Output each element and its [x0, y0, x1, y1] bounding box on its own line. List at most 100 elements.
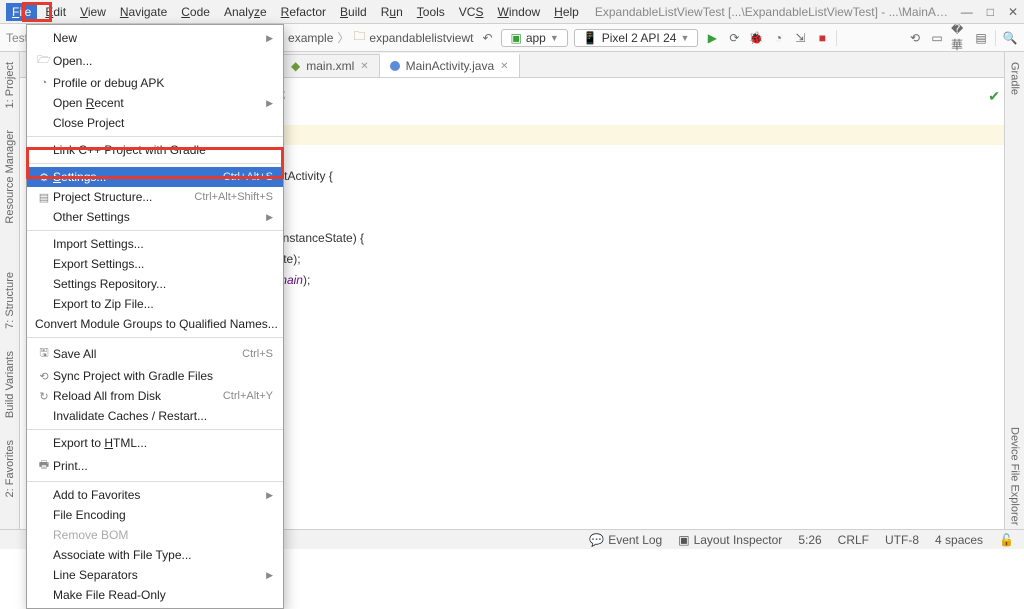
close-icon[interactable]: ✕ — [360, 61, 368, 72]
menu-view[interactable]: View — [74, 3, 112, 21]
balloon-icon: 💬 — [589, 533, 604, 547]
menu-separator — [27, 230, 283, 231]
folder-icon: 🗀 — [353, 27, 365, 48]
menu-save-all[interactable]: 🖫Save AllCtrl+S — [27, 341, 283, 366]
menubar: File Edit View Navigate Code Analyze Ref… — [0, 0, 1024, 24]
stop-icon[interactable]: ■ — [814, 30, 830, 46]
run-config-selector[interactable]: ▣app▼ — [501, 29, 567, 47]
sdk-icon[interactable]: �華 — [951, 30, 967, 46]
menu-export-zip[interactable]: Export to Zip File... — [27, 294, 283, 314]
avd-icon[interactable]: ▭ — [929, 30, 945, 46]
close-window-icon[interactable]: ✕ — [1008, 5, 1018, 19]
inspection-ok-icon: ✔ — [988, 86, 1000, 106]
menu-new[interactable]: New▶ — [27, 28, 283, 48]
cursor-position[interactable]: 5:26 — [798, 533, 821, 547]
menu-import-settings[interactable]: Import Settings... — [27, 234, 283, 254]
menu-open-recent[interactable]: Open Recent▶ — [27, 93, 283, 113]
tab-mainactivity[interactable]: MainActivity.java✕ — [379, 53, 520, 77]
line-ending[interactable]: CRLF — [838, 533, 869, 547]
breadcrumb[interactable]: 🗀 example 〉 🗀 expandablelistviewt — [272, 27, 473, 48]
menu-analyze[interactable]: Analyze — [218, 3, 273, 21]
tab-main-xml[interactable]: ◆main.xml✕ — [280, 54, 380, 77]
attach-icon[interactable]: ⇲ — [792, 30, 808, 46]
structure-icon: ▤ — [35, 191, 53, 204]
menu-make-readonly[interactable]: Make File Read-Only — [27, 585, 283, 605]
menu-convert-modules[interactable]: Convert Module Groups to Qualified Names… — [27, 314, 283, 334]
menu-code[interactable]: Code — [175, 3, 216, 21]
indent-setting[interactable]: 4 spaces — [935, 533, 983, 547]
menu-link-cpp[interactable]: Link C++ Project with Gradle — [27, 140, 283, 160]
menu-file-encoding[interactable]: File Encoding — [27, 505, 283, 525]
back-icon[interactable]: ↶ — [479, 30, 495, 46]
minimize-icon[interactable]: — — [961, 5, 973, 19]
inspect-icon: ▣ — [678, 533, 689, 547]
file-menu-dropdown: New▶ 🗁Open... ◔Profile or debug APK Open… — [26, 24, 284, 609]
device-selector[interactable]: 📱Pixel 2 API 24▼ — [574, 29, 699, 47]
menu-remove-bom: Remove BOM — [27, 525, 283, 545]
menu-separator — [27, 481, 283, 482]
menu-line-separators[interactable]: Line Separators▶ — [27, 565, 283, 585]
java-class-icon — [390, 61, 400, 71]
menu-reload-disk[interactable]: ↻Reload All from DiskCtrl+Alt+Y — [27, 386, 283, 406]
menu-separator — [27, 136, 283, 137]
file-encoding[interactable]: UTF-8 — [885, 533, 919, 547]
search-icon[interactable]: 🔍 — [1002, 30, 1018, 46]
menu-tools[interactable]: Tools — [411, 3, 451, 21]
event-log-button[interactable]: 💬Event Log — [589, 533, 662, 547]
tool-project[interactable]: 1: Project — [3, 58, 17, 112]
menu-other-settings[interactable]: Other Settings▶ — [27, 207, 283, 227]
folder-open-icon: 🗁 — [35, 51, 53, 70]
left-gutter: 1: Project Resource Manager 7: Structure… — [0, 52, 20, 529]
menu-project-structure[interactable]: ▤Project Structure...Ctrl+Alt+Shift+S — [27, 187, 283, 207]
menu-profile-apk[interactable]: ◔Profile or debug APK — [27, 73, 283, 93]
reload-icon: ↻ — [35, 390, 53, 403]
breadcrumb-segment[interactable]: expandablelistviewt — [369, 31, 473, 45]
menu-separator — [27, 337, 283, 338]
window-title-path: ExpandableListViewTest [...\ExpandableLi… — [595, 5, 951, 19]
menu-run[interactable]: Run — [375, 3, 409, 21]
tool-resource-manager[interactable]: Resource Manager — [3, 126, 17, 228]
menu-file[interactable]: File — [6, 3, 37, 21]
layout-inspector-button[interactable]: ▣Layout Inspector — [678, 533, 782, 547]
menu-export-settings[interactable]: Export Settings... — [27, 254, 283, 274]
run-icon[interactable]: ▶ — [704, 30, 720, 46]
menu-open[interactable]: 🗁Open... — [27, 48, 283, 73]
maximize-icon[interactable]: □ — [987, 5, 994, 19]
divider — [995, 30, 996, 46]
menu-refactor[interactable]: Refactor — [275, 3, 332, 21]
menu-help[interactable]: Help — [548, 3, 585, 21]
menu-print[interactable]: 🖶Print... — [27, 453, 283, 478]
menu-close-project[interactable]: Close Project — [27, 113, 283, 133]
tool-structure[interactable]: 7: Structure — [3, 268, 17, 333]
tool-gradle[interactable]: Gradle — [1008, 58, 1022, 99]
apk-icon: ◔ — [35, 77, 53, 89]
breadcrumb-segment[interactable]: example — [288, 31, 333, 45]
structure-icon[interactable]: ▤ — [973, 30, 989, 46]
menu-build[interactable]: Build — [334, 3, 373, 21]
gear-icon: ⚙ — [35, 171, 53, 184]
menu-sync-gradle[interactable]: ⟲Sync Project with Gradle Files — [27, 366, 283, 386]
menu-navigate[interactable]: Navigate — [114, 3, 173, 21]
menu-vcs[interactable]: VCS — [453, 3, 490, 21]
menu-settings[interactable]: ⚙Settings...Ctrl+Alt+S — [27, 167, 283, 187]
profile-icon[interactable]: ◔ — [770, 30, 786, 46]
sync-icon[interactable]: ⟲ — [907, 30, 923, 46]
close-icon[interactable]: ✕ — [500, 61, 508, 72]
debug-icon[interactable]: 🐞 — [748, 30, 764, 46]
menu-invalidate-caches[interactable]: Invalidate Caches / Restart... — [27, 406, 283, 426]
menu-separator — [27, 429, 283, 430]
lock-icon[interactable]: 🔓 — [999, 533, 1014, 547]
menu-settings-repo[interactable]: Settings Repository... — [27, 274, 283, 294]
menu-edit[interactable]: Edit — [39, 3, 72, 21]
menu-window[interactable]: Window — [491, 3, 546, 21]
menu-export-html[interactable]: Export to HTML... — [27, 433, 283, 453]
menu-add-favorites[interactable]: Add to Favorites▶ — [27, 485, 283, 505]
print-icon: 🖶 — [35, 456, 53, 475]
sync-icon: ⟲ — [35, 370, 53, 383]
tool-build-variants[interactable]: Build Variants — [3, 347, 17, 422]
tool-favorites[interactable]: 2: Favorites — [3, 436, 17, 501]
menu-associate-file-type[interactable]: Associate with File Type... — [27, 545, 283, 565]
tool-device-file-explorer[interactable]: Device File Explorer — [1008, 423, 1022, 529]
apply-changes-icon[interactable]: ⟳ — [726, 30, 742, 46]
right-gutter: Gradle Device File Explorer — [1004, 52, 1024, 529]
